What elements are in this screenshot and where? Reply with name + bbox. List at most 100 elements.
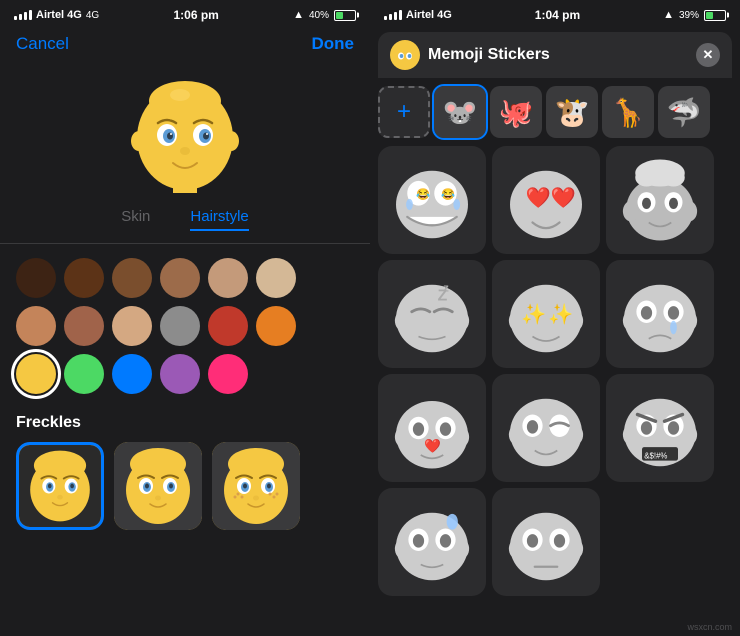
freckles-title: Freckles (16, 414, 354, 432)
freckle-option-0[interactable] (16, 442, 104, 530)
sticker-row-3: ❤️ (378, 374, 732, 482)
right-panel: Airtel 4G 1:04 pm ▲ 39% Mem (370, 0, 740, 636)
close-button[interactable]: ✕ (696, 43, 720, 67)
color-swatch[interactable] (160, 354, 200, 394)
4g-icon: 4G (86, 10, 99, 21)
memoji-preview (0, 60, 370, 200)
sticker-svg-cloud (615, 155, 705, 245)
signal-icon (14, 10, 32, 20)
svg-text:&$!#%: &$!#% (644, 451, 667, 460)
top-sticker-cow[interactable]: 🐮 (546, 86, 598, 138)
color-swatch[interactable] (16, 258, 56, 298)
sticker-heart-eyes[interactable]: ❤️ ❤️ (492, 146, 600, 254)
battery-fill-left (336, 12, 343, 19)
battery-icon-left (334, 10, 356, 21)
freckle-option-1[interactable] (114, 442, 202, 530)
sticker-heart-mouse[interactable]: ❤️ (378, 374, 486, 482)
svg-text:❤️: ❤️ (424, 439, 441, 454)
color-swatch[interactable] (256, 258, 296, 298)
battery-fill-right (706, 12, 713, 19)
battery-pct-left: 40% (309, 10, 329, 21)
sticker-svg-wink (501, 383, 591, 473)
sticker-star-eyes[interactable]: ✨ ✨ (492, 260, 600, 368)
color-swatch[interactable] (64, 354, 104, 394)
wifi-icon-left: ▲ (293, 9, 304, 21)
stickers-scroll[interactable]: 😂 😂 ❤️ ❤️ (370, 142, 740, 636)
signal-icon-right (384, 10, 402, 20)
right-status-icons-left: ▲ 40% (293, 9, 356, 21)
status-bar-right: Airtel 4G 1:04 pm ▲ 39% (370, 0, 740, 28)
color-swatch[interactable] (16, 306, 56, 346)
sticker-svg-heart-mouse: ❤️ (387, 383, 477, 473)
color-swatch[interactable] (112, 306, 152, 346)
svg-text:😂: 😂 (441, 188, 455, 201)
color-swatch[interactable] (208, 306, 248, 346)
color-swatch[interactable] (208, 258, 248, 298)
stickers-header: Memoji Stickers ✕ (378, 32, 732, 78)
color-swatch[interactable] (64, 306, 104, 346)
top-sticker-mouse[interactable]: 🐭 (434, 86, 486, 138)
color-swatch[interactable] (208, 354, 248, 394)
color-row-1 (16, 258, 354, 298)
battery-icon-right (704, 10, 726, 21)
top-sticker-row: + 🐭 🐙 🐮 🦒 🦈 (370, 78, 740, 142)
right-status-info: Airtel 4G (384, 9, 452, 21)
sticker-laughing[interactable]: 😂 😂 (378, 146, 486, 254)
left-status-info: Airtel 4G 4G (14, 9, 99, 21)
top-sticker-octopus[interactable]: 🐙 (490, 86, 542, 138)
sticker-sleeping[interactable]: Z z (378, 260, 486, 368)
color-swatch[interactable] (160, 306, 200, 346)
freckle-option-2[interactable] (212, 442, 300, 530)
freckles-grid (16, 442, 354, 530)
cancel-button[interactable]: Cancel (16, 34, 69, 54)
freckles-section: Freckles (0, 404, 370, 530)
done-button[interactable]: Done (312, 34, 355, 54)
memoji-face (125, 73, 245, 193)
top-sticker-giraffe[interactable]: 🦒 (602, 86, 654, 138)
stickers-title: Memoji Stickers (428, 46, 550, 64)
sticker-svg-star: ✨ ✨ (501, 269, 591, 359)
freckle-face-svg-1 (114, 442, 202, 530)
tab-skin[interactable]: Skin (121, 208, 150, 231)
sticker-angry[interactable]: &$!#% (606, 374, 714, 482)
carrier-left: Airtel 4G (36, 9, 82, 21)
sticker-neutral[interactable] (492, 488, 600, 596)
right-status-icons-right: ▲ 39% (663, 9, 726, 21)
freckle-face-svg-0 (19, 445, 101, 527)
stickers-title-row: Memoji Stickers (390, 40, 550, 70)
battery-pct-right: 39% (679, 10, 699, 21)
sticker-crying[interactable] (606, 260, 714, 368)
sticker-cloud-hat[interactable] (606, 146, 714, 254)
sticker-svg-neutral (501, 497, 591, 587)
time-right: 1:04 pm (535, 8, 580, 22)
sticker-row-1: 😂 😂 ❤️ ❤️ (378, 146, 732, 254)
sticker-svg-angry: &$!#% (615, 383, 705, 473)
svg-text:z: z (443, 283, 449, 295)
svg-text:✨: ✨ (521, 303, 546, 326)
add-sticker-button[interactable]: + (378, 86, 430, 138)
time-left: 1:06 pm (173, 8, 218, 22)
status-bar-left: Airtel 4G 4G 1:06 pm ▲ 40% (0, 0, 370, 28)
color-swatch[interactable] (160, 258, 200, 298)
sticker-sweat[interactable] (378, 488, 486, 596)
svg-text:😂: 😂 (416, 188, 430, 201)
tab-hairstyle[interactable]: Hairstyle (190, 208, 248, 231)
color-swatch[interactable] (112, 258, 152, 298)
color-swatch[interactable] (112, 354, 152, 394)
color-swatch[interactable] (64, 258, 104, 298)
wifi-icon-right: ▲ (663, 9, 674, 21)
freckle-face-svg-2 (212, 442, 300, 530)
color-grid (0, 244, 370, 404)
sticker-row-2: Z z ✨ ✨ (378, 260, 732, 368)
svg-text:❤️: ❤️ (551, 187, 577, 210)
color-swatch[interactable] (256, 306, 296, 346)
sticker-svg-cry (615, 269, 705, 359)
top-sticker-shark[interactable]: 🦈 (658, 86, 710, 138)
color-swatch-selected[interactable] (16, 354, 56, 394)
sticker-wink[interactable] (492, 374, 600, 482)
left-panel: Airtel 4G 4G 1:06 pm ▲ 40% Cancel Done (0, 0, 370, 636)
color-row-3 (16, 354, 354, 394)
color-row-2 (16, 306, 354, 346)
sticker-svg-laugh: 😂 😂 (387, 155, 477, 245)
svg-text:❤️: ❤️ (526, 187, 552, 210)
